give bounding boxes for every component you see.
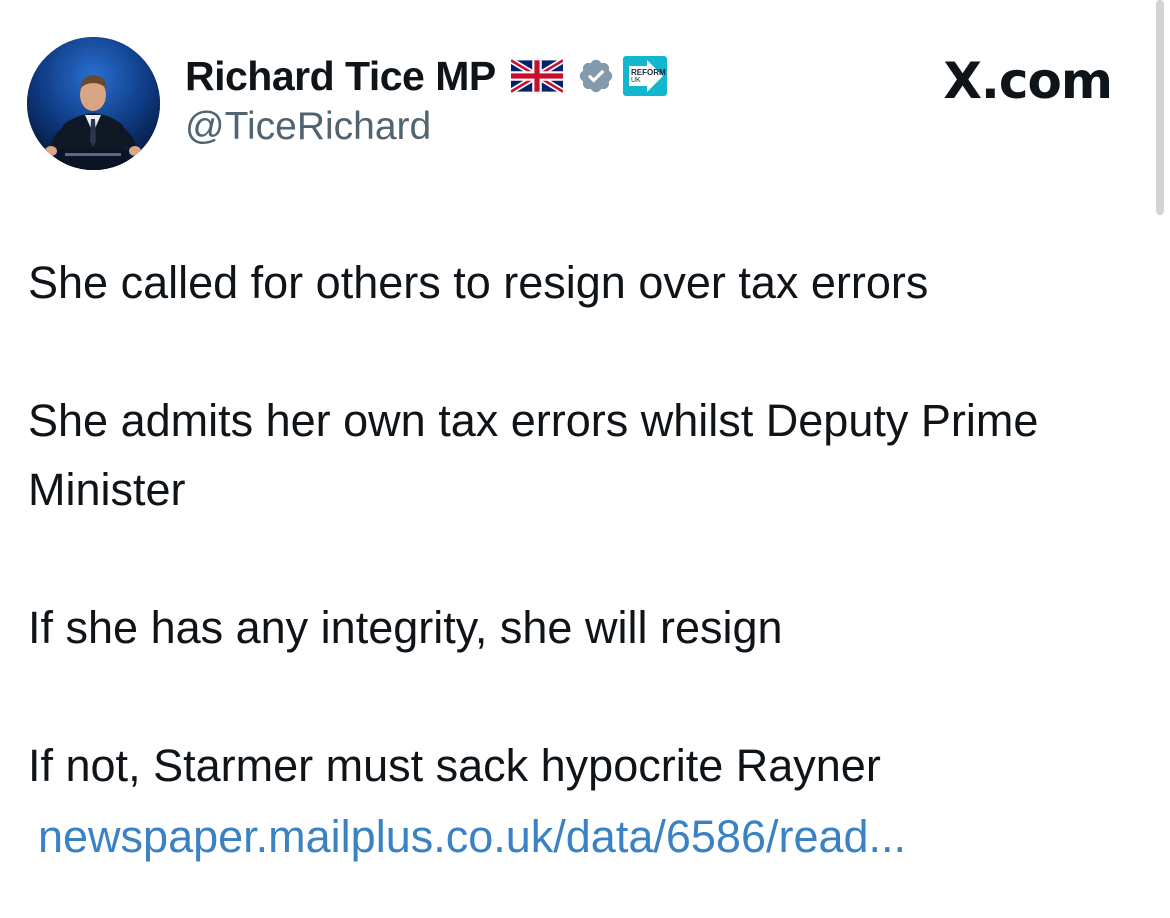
- tweet-text: She called for others to resign over tax…: [28, 248, 1128, 871]
- tweet-card: Richard Tice MP REFORM UK @TiceRichard X…: [0, 0, 1170, 918]
- tweet-paragraph: She called for others to resign over tax…: [28, 257, 929, 308]
- reform-logo-subtext: UK: [631, 77, 641, 84]
- union-jack-flag-icon: [510, 58, 563, 94]
- avatar-photo: [27, 37, 160, 170]
- author-display-name[interactable]: Richard Tice MP: [185, 53, 496, 100]
- scrollbar[interactable]: [1156, 0, 1164, 215]
- tweet-paragraph: If she has any integrity, she will resig…: [28, 602, 783, 653]
- reform-uk-logo-icon: REFORM UK: [621, 52, 671, 100]
- tweet-paragraph: She admits her own tax errors whilst Dep…: [28, 395, 1039, 515]
- reform-logo-text: REFORM: [631, 68, 666, 77]
- x-com-logo: X.com: [943, 52, 1113, 110]
- scrollbar-thumb[interactable]: [1156, 0, 1164, 215]
- verified-badge-icon: [577, 57, 615, 95]
- author-avatar[interactable]: [27, 37, 160, 170]
- tweet-paragraph-with-link: If not, Starmer must sack hypocrite Rayn…: [28, 731, 1128, 871]
- author-info: Richard Tice MP REFORM UK @TiceRichard: [185, 50, 671, 160]
- author-name-row: Richard Tice MP REFORM UK: [185, 50, 671, 102]
- author-handle[interactable]: @TiceRichard: [185, 105, 671, 149]
- tweet-paragraph-text: If not, Starmer must sack hypocrite Rayn…: [28, 740, 881, 791]
- tweet-link[interactable]: newspaper.mailplus.co.uk/data/6586/read.…: [38, 802, 1128, 871]
